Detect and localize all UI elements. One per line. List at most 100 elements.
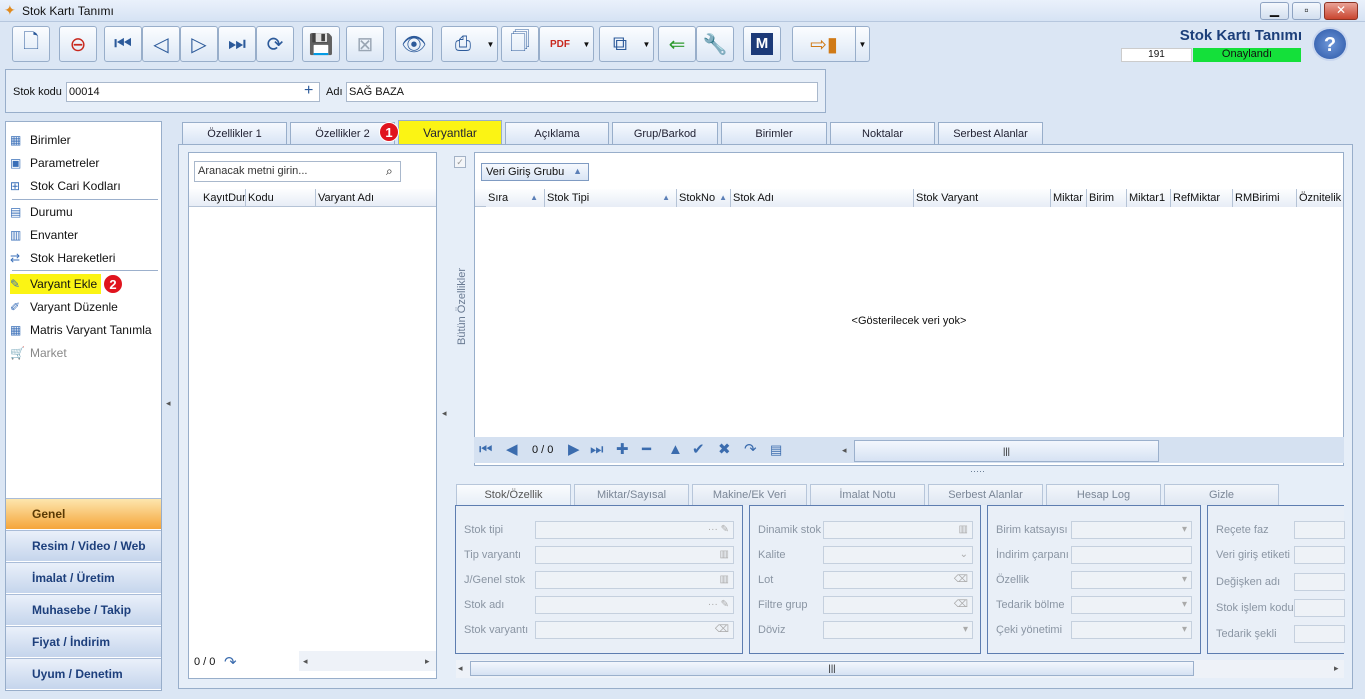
help-button[interactable]: ? [1312, 27, 1348, 61]
import-button[interactable]: ⇐ [658, 26, 696, 62]
print-button[interactable]: ⎙ [441, 26, 485, 62]
detail-tab-imalat-notu[interactable]: İmalat Notu [810, 484, 925, 505]
detail-tab-stok-ozellik[interactable]: Stok/Özellik [456, 484, 571, 505]
cancel-save-button[interactable]: ⊠ [346, 26, 384, 62]
field-stok-tipi[interactable]: ··· ✎ [535, 521, 734, 539]
column-header-stok-tipi[interactable]: Stok Tipi ▲ [545, 189, 677, 207]
name-input[interactable]: SAĞ BAZA [346, 82, 818, 102]
next-icon[interactable]: ▶ [568, 442, 580, 457]
search-icon[interactable]: ⌕ [386, 164, 393, 179]
collapse-left-icon[interactable]: ◂ [166, 398, 171, 409]
nav-item-varyant-duzenle[interactable]: ✐ Varyant Düzenle [10, 297, 118, 317]
section-resim-video-web[interactable]: Resim / Video / Web [6, 530, 161, 561]
tab-varyantlar[interactable]: Varyantlar [398, 120, 502, 144]
attach-button[interactable]: 🗍 [501, 26, 539, 62]
minimize-button[interactable]: ▁ [1260, 2, 1289, 20]
nav-item-varyant-ekle[interactable]: ✎ Varyant Ekle [10, 274, 102, 294]
copy-button[interactable]: ⧉ [599, 26, 641, 62]
exit-dropdown[interactable]: ▼ [856, 26, 870, 62]
group-by-button[interactable]: Veri Giriş Grubu ▲ [481, 163, 589, 181]
previous-icon[interactable]: ◀ [506, 442, 518, 457]
nav-item-stok-hareketleri[interactable]: ⇄ Stok Hareketleri [10, 248, 115, 268]
field-recete-faz[interactable] [1294, 521, 1345, 539]
field-genel-stok[interactable]: ▥ [535, 571, 734, 589]
previous-record-button[interactable]: ◁ [142, 26, 180, 62]
field-stok-varyanti[interactable]: ⌫ [535, 621, 734, 639]
column-header-kayitdur[interactable]: KayıtDur [201, 189, 246, 207]
list-scrollbar[interactable]: ◂ ▸ [299, 651, 436, 671]
splitter-grip-icon[interactable]: ····· [970, 466, 985, 476]
field-tedarik-bolme[interactable]: ▾ [1071, 596, 1192, 614]
preview-button[interactable]: 👁 [395, 26, 433, 62]
column-header-sira[interactable]: Sıra ▲ [486, 189, 545, 207]
detail-tab-makine-ek-veri[interactable]: Makine/Ek Veri [692, 484, 807, 505]
grid-options-icon[interactable]: ▤ [770, 442, 782, 457]
column-header-miktar[interactable]: Miktar [1051, 189, 1087, 207]
copy-dropdown[interactable]: ▼ [640, 26, 654, 62]
tab-ozellikler-1[interactable]: Özellikler 1 [182, 122, 287, 144]
column-header-refmiktar[interactable]: RefMiktar [1171, 189, 1233, 207]
detail-tab-gizle[interactable]: Gizle [1164, 484, 1279, 505]
pdf-dropdown[interactable]: ▼ [580, 26, 594, 62]
column-header-oznitelik[interactable]: Öznitelik [1297, 189, 1343, 207]
field-stok-adi[interactable]: ··· ✎ [535, 596, 734, 614]
print-dropdown[interactable]: ▼ [484, 26, 498, 62]
section-fiyat-indirim[interactable]: Fiyat / İndirim [6, 626, 161, 657]
next-record-button[interactable]: ▷ [180, 26, 218, 62]
scroll-right-icon[interactable]: ▸ [425, 656, 430, 667]
detail-tab-serbest-alanlar[interactable]: Serbest Alanlar [928, 484, 1043, 505]
column-header-miktar1[interactable]: Miktar1 [1127, 189, 1171, 207]
detail-scrollbar[interactable]: ◂ ||| ▸ [456, 660, 1344, 678]
delete-record-button[interactable]: ⊖ [59, 26, 97, 62]
field-indirim-carpani[interactable] [1071, 546, 1192, 564]
tab-noktalar[interactable]: Noktalar [830, 122, 935, 144]
field-dinamik-stok[interactable]: ▥ [823, 521, 973, 539]
scroll-right-icon[interactable]: ▸ [1334, 663, 1339, 674]
column-header-stok-varyant[interactable]: Stok Varyant [914, 189, 1051, 207]
field-degisken-adi[interactable] [1294, 573, 1345, 591]
nav-item-market[interactable]: 🛒 Market [10, 343, 67, 363]
refresh-button[interactable]: ⟳ [256, 26, 294, 62]
grid-scroll-thumb[interactable]: ||| [854, 440, 1159, 462]
nav-item-envanter[interactable]: ▥ Envanter [10, 225, 78, 245]
field-tip-varyanti[interactable]: ▥ [535, 546, 734, 564]
field-filtre-grup[interactable]: ⌫ [823, 596, 973, 614]
refresh-icon[interactable]: ↷ [744, 442, 757, 457]
stock-code-input[interactable]: 00014 [66, 82, 320, 102]
field-kalite[interactable]: ⌄ [823, 546, 973, 564]
search-input[interactable]: Aranacak metni girin... [194, 161, 401, 182]
field-lot[interactable]: ⌫ [823, 571, 973, 589]
exit-button[interactable]: ⇨▮ [792, 26, 856, 62]
column-header-stokno[interactable]: StokNo ▲ [677, 189, 731, 207]
field-ceki-yonetimi[interactable]: ▾ [1071, 621, 1192, 639]
save-button[interactable]: 💾 [302, 26, 340, 62]
field-stok-islem-kodu[interactable] [1294, 599, 1345, 617]
tab-grup-barkod[interactable]: Grup/Barkod [612, 122, 718, 144]
detail-tab-miktar-sayisal[interactable]: Miktar/Sayısal [574, 484, 689, 505]
tools-button[interactable]: 🔧 [696, 26, 734, 62]
first-icon[interactable]: ⏮ [479, 442, 493, 457]
plus-icon[interactable]: + [304, 82, 313, 100]
nav-item-matris-varyant[interactable]: ▦ Matris Varyant Tanımla [10, 320, 152, 340]
maximize-button[interactable]: ▫ [1292, 2, 1321, 20]
scroll-left-icon[interactable]: ◂ [458, 663, 463, 674]
field-tedarik-sekli[interactable] [1294, 625, 1345, 643]
section-uyum-denetim[interactable]: Uyum / Denetim [6, 658, 161, 689]
tab-aciklama[interactable]: Açıklama [505, 122, 609, 144]
first-record-button[interactable]: ⏮ [104, 26, 142, 62]
scroll-left-icon[interactable]: ◂ [303, 656, 308, 667]
cancel-icon[interactable]: ✖ [718, 442, 731, 457]
section-imalat-uretim[interactable]: İmalat / Üretim [6, 562, 161, 593]
section-genel[interactable]: Genel [6, 498, 161, 529]
new-record-button[interactable]: 🗋 [12, 26, 50, 62]
scroll-thumb[interactable]: ||| [470, 661, 1194, 676]
nav-item-birimler[interactable]: ▦ Birimler [10, 130, 71, 150]
section-muhasebe-takip[interactable]: Muhasebe / Takip [6, 594, 161, 625]
list-refresh-icon[interactable]: ↷ [224, 653, 237, 671]
nav-item-durumu[interactable]: ▤ Durumu [10, 202, 73, 222]
tab-serbest-alanlar[interactable]: Serbest Alanlar [938, 122, 1043, 144]
nav-item-stok-cari-kodlari[interactable]: ⊞ Stok Cari Kodları [10, 176, 121, 196]
confirm-icon[interactable]: ✔ [692, 442, 705, 457]
add-row-icon[interactable]: ✚ [616, 442, 629, 457]
delete-row-icon[interactable]: ━ [642, 442, 651, 457]
